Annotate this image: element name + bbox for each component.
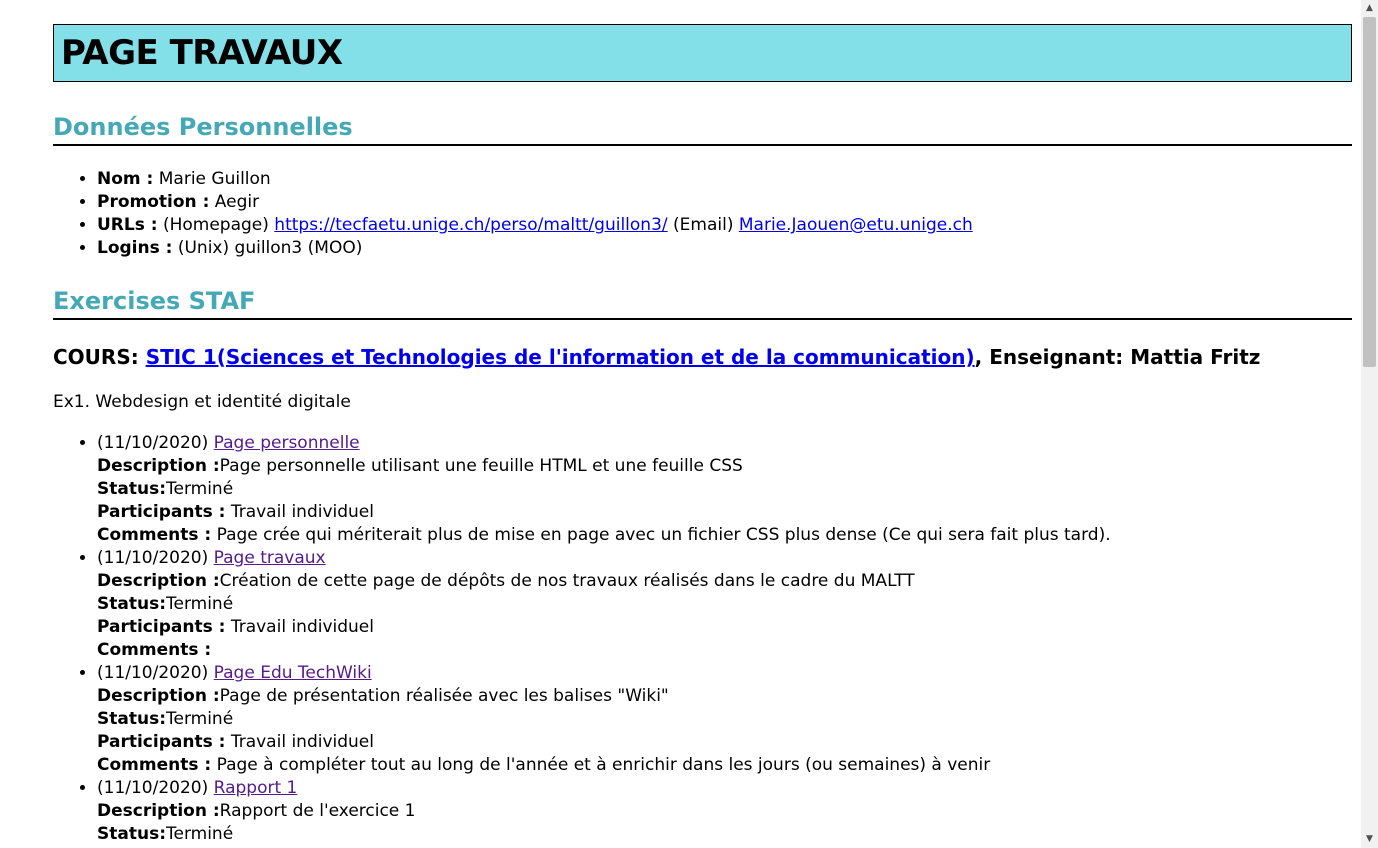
description-label: Description : bbox=[97, 686, 220, 706]
list-item: (11/10/2020) Page Edu TechWiki Descripti… bbox=[97, 662, 1352, 777]
description-value: Création de cette page de dépôts de nos … bbox=[219, 571, 915, 591]
item-date: (11/10/2020) bbox=[97, 433, 214, 453]
description-value: Page de présentation réalisée avec les b… bbox=[219, 686, 669, 706]
exercises-heading: Exercises STAF bbox=[53, 285, 1352, 320]
personal-data-heading: Données Personnelles bbox=[53, 111, 1352, 146]
participants-label: Participants : bbox=[97, 502, 226, 522]
homepage-prefix: (Homepage) bbox=[157, 215, 275, 235]
logins-value: (Unix) guillon3 (MOO) bbox=[172, 238, 363, 258]
course-teacher: , Enseignant: Mattia Fritz bbox=[974, 345, 1261, 369]
item-date: (11/10/2020) bbox=[97, 663, 214, 683]
scroll-up-arrow-icon[interactable]: ▲ bbox=[1361, 0, 1378, 17]
list-item-urls: URLs : (Homepage) https://tecfaetu.unige… bbox=[97, 214, 1352, 237]
list-item: (11/10/2020) Page travaux Description :C… bbox=[97, 547, 1352, 662]
page-title: PAGE TRAVAUX bbox=[61, 33, 343, 73]
participants-label: Participants : bbox=[97, 732, 226, 752]
status-label: Status: bbox=[97, 824, 166, 844]
homepage-link[interactable]: https://tecfaetu.unige.ch/perso/maltt/gu… bbox=[274, 215, 667, 235]
vertical-scrollbar[interactable]: ▲ ▼ bbox=[1361, 0, 1378, 848]
list-item-nom: Nom : Marie Guillon bbox=[97, 168, 1352, 191]
list-item: (11/10/2020) Page personnelle Descriptio… bbox=[97, 432, 1352, 547]
comments-label: Comments : bbox=[97, 525, 212, 545]
participants-value: Travail individuel bbox=[225, 617, 374, 637]
status-value: Terminé bbox=[166, 594, 234, 614]
scroll-down-arrow-icon[interactable]: ▼ bbox=[1361, 831, 1378, 848]
course-link[interactable]: STIC 1(Sciences et Technologies de l'inf… bbox=[146, 345, 975, 369]
item-link[interactable]: Page Edu TechWiki bbox=[214, 663, 372, 683]
description-label: Description : bbox=[97, 571, 220, 591]
scrollbar-thumb[interactable] bbox=[1363, 17, 1376, 367]
exercise-list: (11/10/2020) Page personnelle Descriptio… bbox=[53, 432, 1352, 846]
participants-value: Travail individuel bbox=[225, 732, 374, 752]
urls-label: URLs : bbox=[97, 215, 158, 235]
comments-label: Comments : bbox=[97, 755, 212, 775]
list-item: (11/10/2020) Rapport 1 Description :Rapp… bbox=[97, 777, 1352, 846]
participants-value: Travail individuel bbox=[225, 502, 374, 522]
status-value: Terminé bbox=[166, 479, 234, 499]
course-prefix: COURS: bbox=[53, 345, 146, 369]
list-item-promotion: Promotion : Aegir bbox=[97, 191, 1352, 214]
description-label: Description : bbox=[97, 456, 220, 476]
promotion-value: Aegir bbox=[209, 192, 260, 212]
status-value: Terminé bbox=[166, 824, 234, 844]
item-link[interactable]: Page personnelle bbox=[214, 433, 360, 453]
description-label: Description : bbox=[97, 801, 220, 821]
comments-value: Page à compléter tout au long de l'année… bbox=[211, 755, 991, 775]
item-date: (11/10/2020) bbox=[97, 548, 214, 568]
description-value: Page personnelle utilisant une feuille H… bbox=[219, 456, 743, 476]
promotion-label: Promotion : bbox=[97, 192, 210, 212]
logins-label: Logins : bbox=[97, 238, 173, 258]
exercise-title: Ex1. Webdesign et identité digitale bbox=[53, 392, 351, 412]
email-prefix: (Email) bbox=[667, 215, 739, 235]
title-banner: PAGE TRAVAUX bbox=[53, 24, 1352, 82]
email-link[interactable]: Marie.Jaouen@etu.unige.ch bbox=[739, 215, 973, 235]
page-content: PAGE TRAVAUX Données Personnelles Nom : … bbox=[53, 24, 1352, 846]
status-label: Status: bbox=[97, 594, 166, 614]
item-date: (11/10/2020) bbox=[97, 778, 214, 798]
status-value: Terminé bbox=[166, 709, 234, 729]
item-link[interactable]: Page travaux bbox=[214, 548, 326, 568]
status-label: Status: bbox=[97, 479, 166, 499]
list-item-logins: Logins : (Unix) guillon3 (MOO) bbox=[97, 237, 1352, 260]
nom-label: Nom : bbox=[97, 169, 154, 189]
comments-value: Page crée qui mériterait plus de mise en… bbox=[211, 525, 1111, 545]
status-label: Status: bbox=[97, 709, 166, 729]
nom-value: Marie Guillon bbox=[153, 169, 271, 189]
description-value: Rapport de l'exercice 1 bbox=[219, 801, 416, 821]
comments-label: Comments : bbox=[97, 640, 212, 660]
course-line: COURS: STIC 1(Sciences et Technologies d… bbox=[53, 343, 1352, 371]
item-link[interactable]: Rapport 1 bbox=[214, 778, 298, 798]
participants-label: Participants : bbox=[97, 617, 226, 637]
personal-data-list: Nom : Marie Guillon Promotion : Aegir UR… bbox=[53, 168, 1352, 260]
